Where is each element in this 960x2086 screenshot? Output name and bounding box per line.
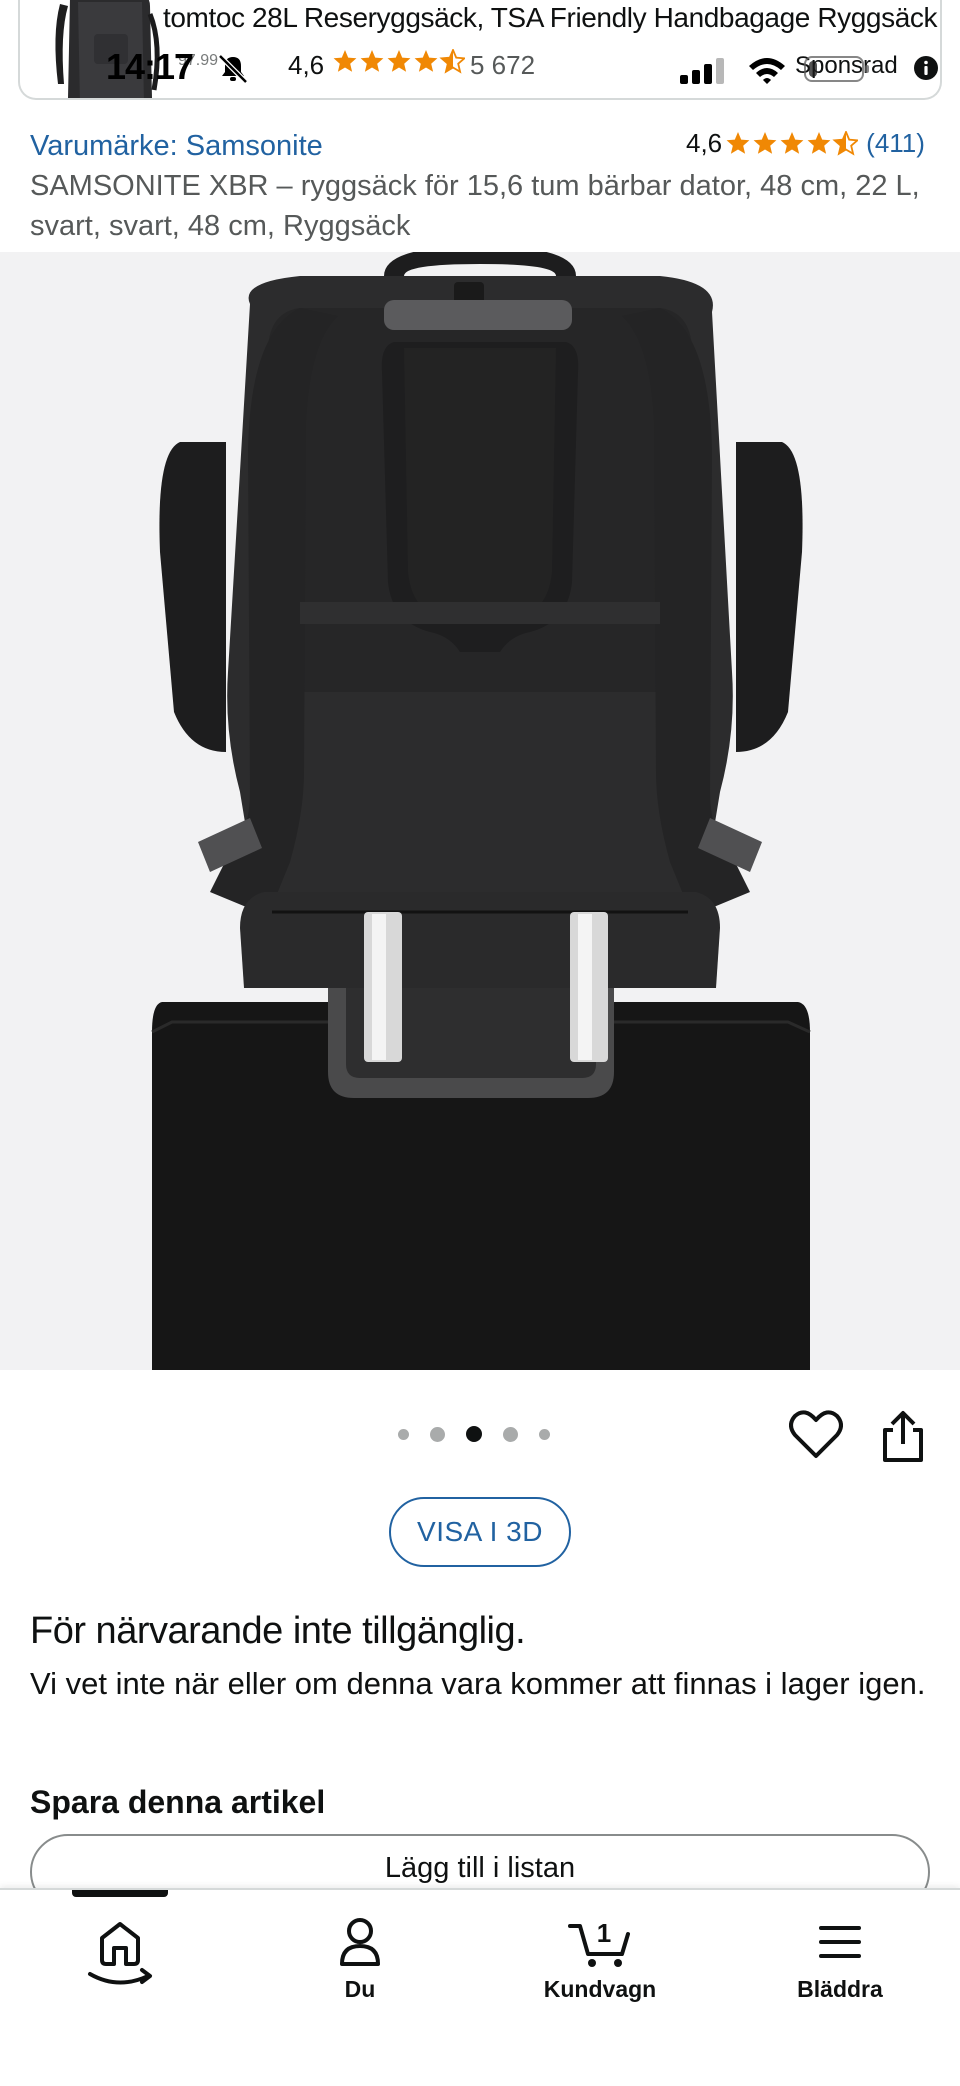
sponsored-ad-title[interactable]: tomtoc 28L Reseryggsäck, TSA Friendly Ha…	[163, 2, 940, 34]
sponsored-ad-rating: 4,6	[288, 50, 325, 80]
carousel-dot[interactable]	[539, 1428, 550, 1440]
menu-icon	[819, 1926, 861, 1958]
image-carousel-dots[interactable]	[398, 1426, 571, 1442]
nav-active-indicator	[72, 1890, 168, 1897]
nav-home[interactable]	[30, 1916, 210, 1990]
product-image[interactable]	[0, 252, 960, 1370]
wifi-icon	[749, 58, 785, 84]
user-icon	[340, 1918, 380, 1966]
availability-text: Vi vet inte när eller om denna vara komm…	[30, 1666, 926, 1701]
sponsored-ad-stars	[333, 49, 465, 74]
product-title: SAMSONITE XBR – ryggsäck för 15,6 tum bä…	[30, 170, 920, 242]
top-area: tomtoc 28L Reseryggsäck, TSA Friendly Ha…	[0, 0, 960, 118]
silent-mode-icon	[218, 54, 248, 84]
nav-you[interactable]: Du	[270, 1916, 450, 2003]
share-icon[interactable]	[880, 1410, 926, 1464]
availability-title: För närvarande inte tillgänglig.	[30, 1610, 526, 1652]
battery-level-fill	[809, 61, 817, 77]
save-item-heading: Spara denna artikel	[30, 1784, 326, 1820]
battery-icon	[804, 56, 869, 82]
wishlist-heart-icon[interactable]	[789, 1410, 843, 1460]
carousel-dot[interactable]	[466, 1426, 482, 1442]
nav-cart-label: Kundvagn	[543, 1976, 657, 2002]
carousel-dot[interactable]	[398, 1428, 409, 1440]
status-bar-time: 14:17	[106, 46, 194, 87]
product-rating-stars	[726, 130, 859, 156]
backpack-on-suitcase-image	[151, 252, 811, 1370]
nav-menu[interactable]: Bläddra	[750, 1916, 930, 2003]
cellular-signal-icon	[680, 58, 724, 84]
home-icon	[88, 1922, 152, 1985]
bottom-navigation: Du 1 Kundvagn Bläddra	[0, 1888, 960, 2086]
nav-you-label: Du	[344, 1976, 376, 2002]
cart-icon: 1	[568, 1918, 630, 1967]
sponsored-ad-review-count: 5 672	[470, 50, 536, 80]
product-rating-value: 4,6	[686, 128, 723, 158]
nav-menu-label: Bläddra	[797, 1976, 883, 2002]
view-in-3d-button[interactable]: VISA I 3D	[389, 1497, 571, 1567]
brand-link[interactable]: Varumärke: Samsonite	[30, 130, 323, 163]
product-rating[interactable]: 4,6 (411)	[686, 128, 925, 159]
product-review-count[interactable]: (411)	[866, 128, 925, 159]
info-icon[interactable]	[913, 55, 939, 81]
carousel-dot[interactable]	[430, 1426, 445, 1442]
cart-count: 1	[597, 1918, 611, 1948]
nav-cart[interactable]: 1 Kundvagn	[510, 1916, 690, 2003]
carousel-dot[interactable]	[503, 1426, 518, 1442]
